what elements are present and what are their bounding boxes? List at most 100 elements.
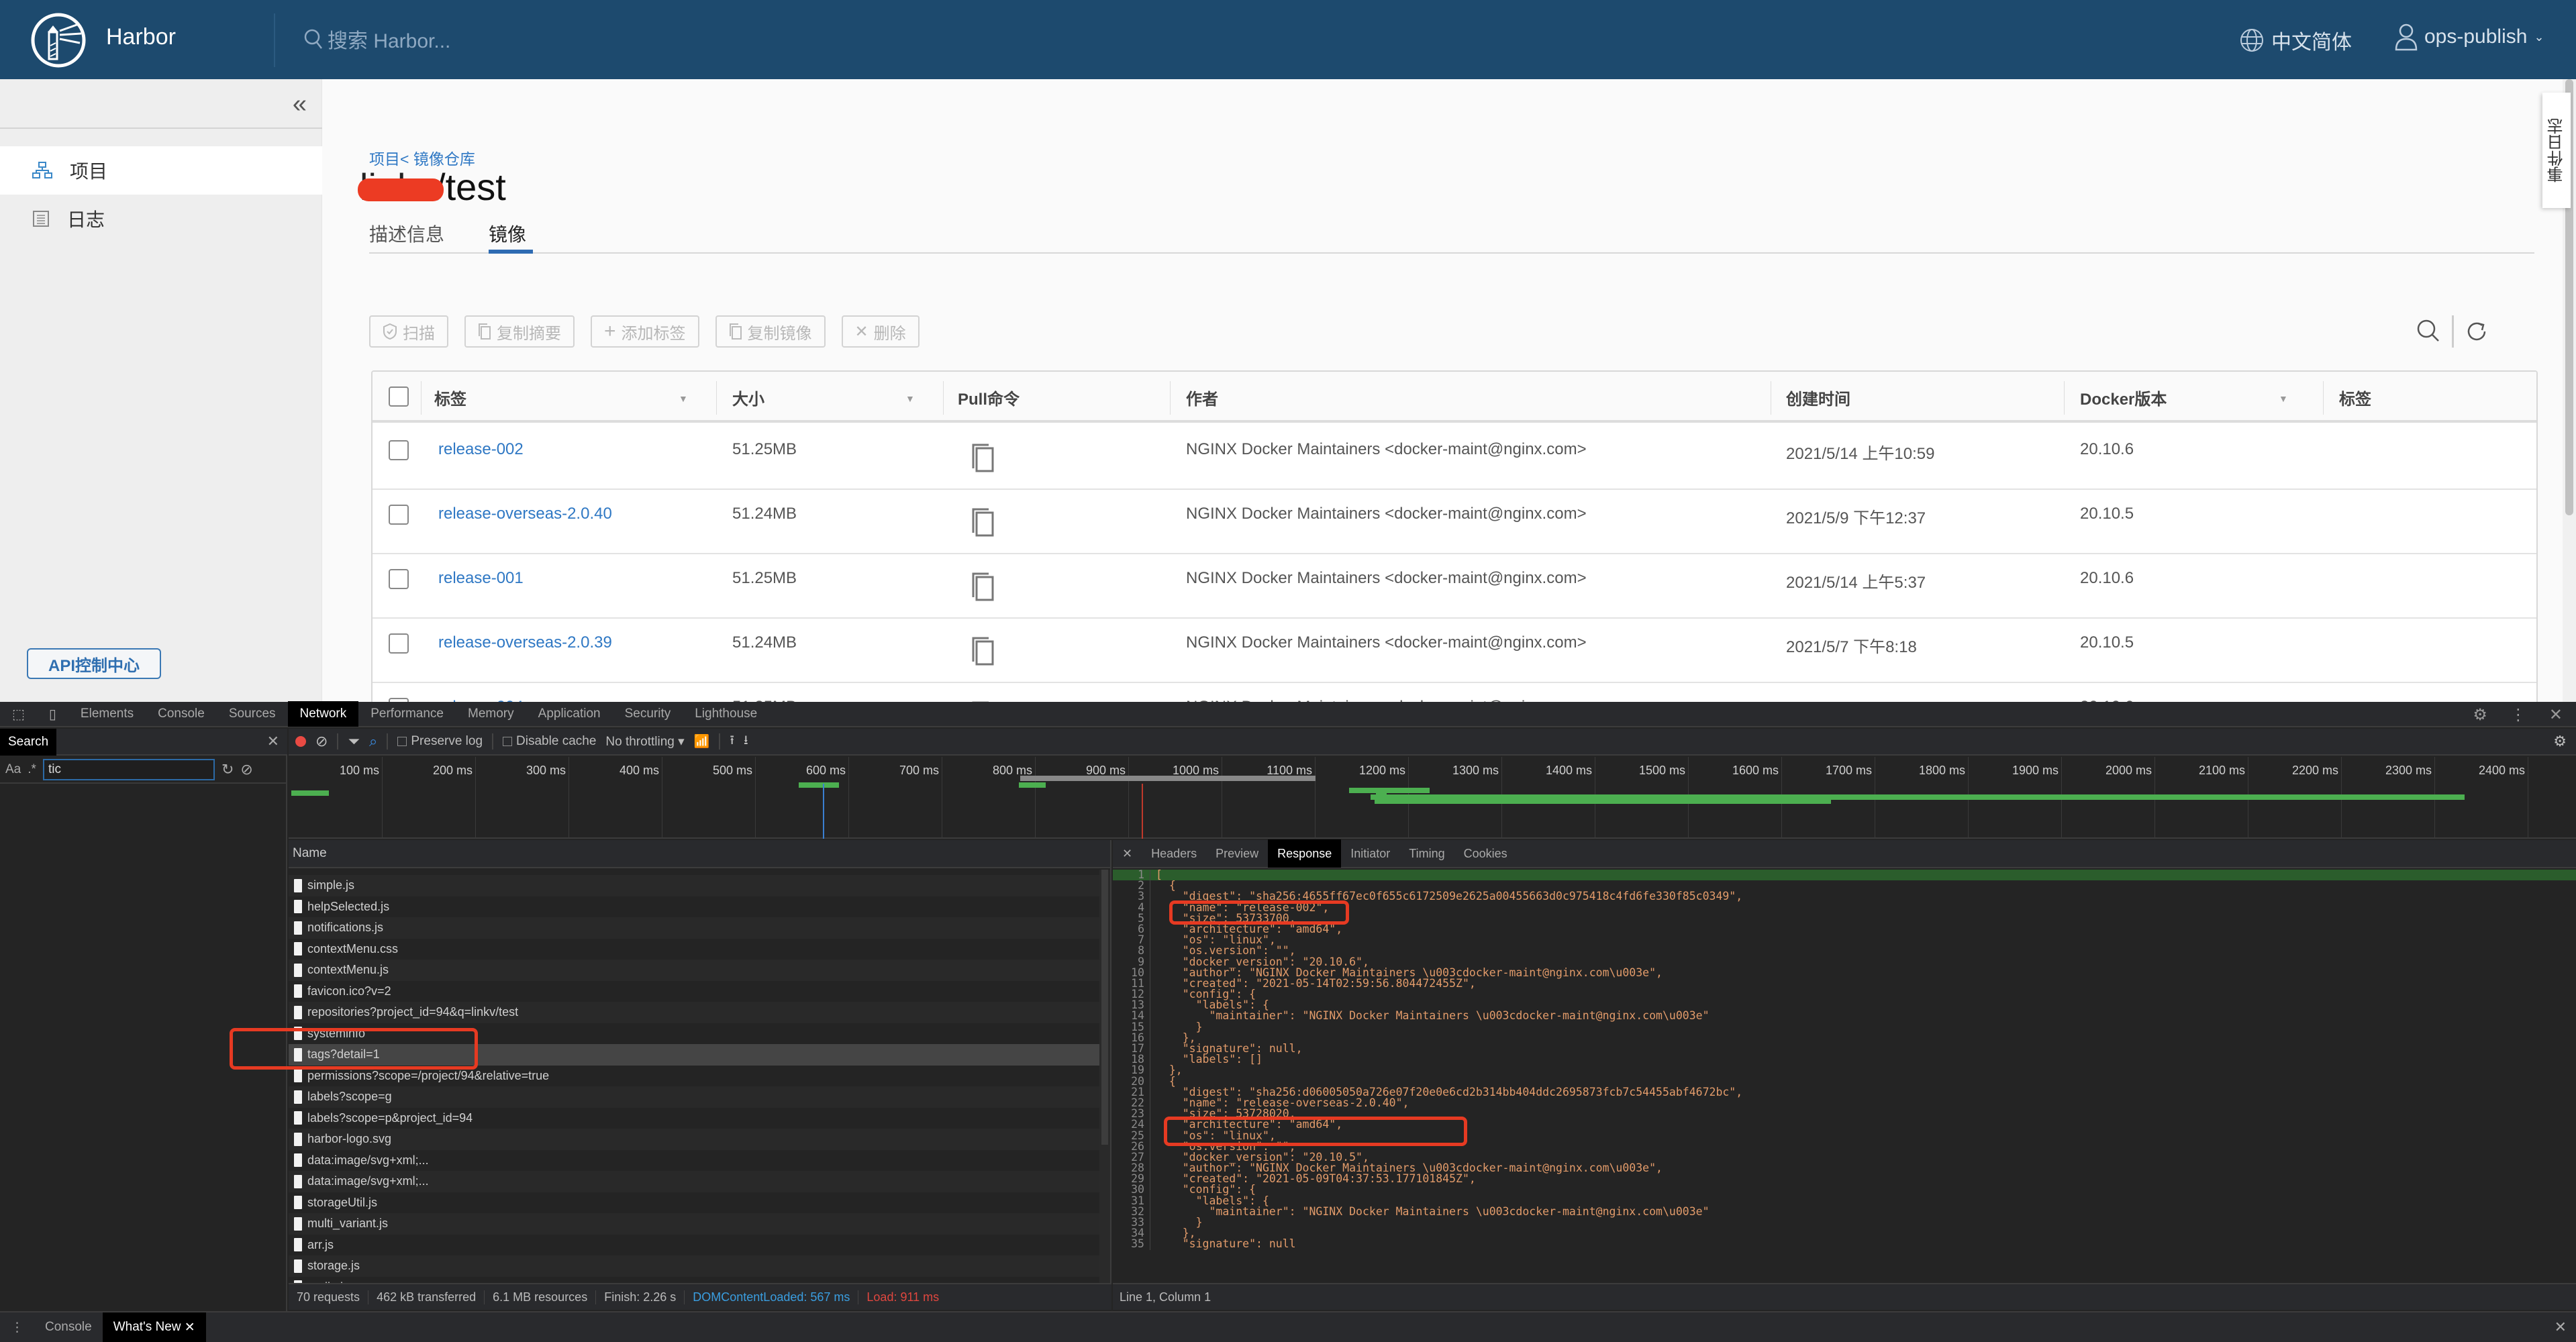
row-checkbox[interactable] (389, 569, 409, 589)
column-header-docker[interactable]: Docker版本 (2080, 372, 2167, 423)
filter-icon[interactable]: ▼ (2279, 393, 2288, 404)
preserve-log-checkbox[interactable]: Preserve log (397, 734, 483, 749)
filter-icon[interactable]: ⏷ (348, 733, 360, 750)
search-icon[interactable]: ⌕ (369, 733, 377, 750)
regex-toggle[interactable]: .* (28, 762, 36, 777)
request-row[interactable]: favicon.ico?v=2 (289, 980, 1099, 1002)
language-selector[interactable]: 中文简体 (2239, 25, 2352, 55)
add-label-button[interactable]: + 添加标签 (591, 315, 699, 348)
clear-icon[interactable]: ⊘ (315, 733, 328, 750)
devtools-tab-security[interactable]: Security (613, 701, 683, 727)
devtools-tab-sources[interactable]: Sources (217, 701, 288, 727)
settings-icon[interactable]: ⚙ (2473, 705, 2487, 725)
devtools-tab-network[interactable]: Network (287, 701, 359, 727)
request-row[interactable]: data:image/svg+xml;... (289, 1149, 1099, 1171)
request-row[interactable]: multi_variant.js (289, 1213, 1099, 1235)
close-drawer-icon[interactable]: ✕ (2555, 1319, 2567, 1336)
more-options-icon[interactable]: ⋮ (2510, 705, 2526, 725)
detail-tab-initiator[interactable]: Initiator (1341, 839, 1399, 868)
close-icon[interactable]: ✕ (185, 1320, 195, 1335)
refresh-icon[interactable]: ↻ (221, 761, 234, 778)
tag-link[interactable]: release-overseas-2.0.40 (438, 505, 612, 523)
record-icon[interactable] (295, 736, 306, 747)
network-settings-icon[interactable]: ⚙ (2553, 733, 2567, 750)
copy-pull-command-icon[interactable] (971, 572, 995, 603)
request-row[interactable]: labels?scope=g (289, 1086, 1099, 1108)
row-checkbox[interactable] (389, 505, 409, 525)
name-column-header[interactable]: Name (289, 840, 1110, 868)
network-timeline-overview[interactable]: 100 ms 200 ms 300 ms 400 ms 500 ms 600 ms 700 … (289, 757, 2576, 839)
event-log-tab[interactable]: 事件日志 (2542, 93, 2571, 208)
device-toolbar-icon[interactable]: ▯ (37, 701, 68, 727)
collapse-sidebar-button[interactable]: « (293, 90, 307, 119)
api-center-button[interactable]: API控制中心 (27, 648, 161, 679)
filter-icon[interactable]: ▼ (679, 393, 688, 404)
search-input[interactable] (42, 759, 215, 780)
row-checkbox[interactable] (389, 633, 409, 654)
column-header-tag[interactable]: 标签 (434, 372, 466, 423)
close-icon[interactable]: ✕ (2549, 705, 2563, 725)
row-checkbox[interactable] (389, 440, 409, 460)
devtools-tab-application[interactable]: Application (526, 701, 613, 727)
request-list-scrollbar-thumb[interactable] (1101, 870, 1108, 1145)
tab-description[interactable]: 描述信息 (369, 220, 444, 247)
column-header-created[interactable]: 创建时间 (1786, 372, 1850, 423)
request-row[interactable]: simple.js (289, 875, 1099, 896)
request-row[interactable]: arr.js (289, 1234, 1099, 1255)
export-har-icon[interactable]: ⭳ (744, 731, 748, 752)
inspect-element-icon[interactable]: ⬚ (0, 701, 37, 727)
user-menu[interactable]: ops-publish ⌄ (2395, 23, 2544, 51)
network-conditions-icon[interactable]: 📶 (694, 733, 710, 750)
match-case-toggle[interactable]: Aa (5, 762, 21, 777)
request-row[interactable]: storageUtil.js (289, 1192, 1099, 1213)
detail-tab-timing[interactable]: Timing (1399, 839, 1454, 868)
detail-tab-cookies[interactable]: Cookies (1454, 839, 1517, 868)
response-body[interactable]: 1[2 {3 "digest": "sha256:4655ff67ec0f655… (1113, 870, 2576, 1282)
request-row[interactable]: contextMenu.css (289, 938, 1099, 960)
devtools-tab-elements[interactable]: Elements (68, 701, 146, 727)
select-all-checkbox[interactable] (389, 386, 409, 407)
scan-button[interactable]: 扫描 (369, 315, 448, 348)
disable-cache-checkbox[interactable]: Disable cache (503, 734, 596, 749)
filter-icon[interactable]: ▼ (905, 393, 915, 404)
clear-icon[interactable]: ⊘ (240, 761, 252, 778)
copy-digest-button[interactable]: 复制摘要 (464, 315, 575, 348)
detail-tab-headers[interactable]: Headers (1142, 839, 1206, 868)
brand-name[interactable]: Harbor (106, 24, 176, 50)
devtools-tab-performance[interactable]: Performance (358, 701, 456, 727)
table-row[interactable]: release-overseas-2.0.39 51.24MB NGINX Do… (373, 619, 2536, 683)
devtools-tab-console[interactable]: Console (146, 701, 217, 727)
request-row[interactable]: storage.js (289, 1255, 1099, 1277)
global-search[interactable]: 搜索 Harbor... (303, 24, 450, 54)
refresh-icon[interactable] (2463, 318, 2490, 345)
column-header-size[interactable]: 大小 (732, 372, 764, 423)
detail-tab-response[interactable]: Response (1268, 839, 1342, 868)
sidebar-item-logs[interactable]: 日志 (0, 195, 322, 243)
table-row[interactable]: release-002 51.25MB NGINX Docker Maintai… (373, 425, 2536, 490)
drawer-tab-console[interactable]: Console (34, 1312, 103, 1342)
throttling-select[interactable]: No throttling ▾ (605, 734, 684, 750)
table-row[interactable]: release-overseas-2.0.40 51.24MB NGINX Do… (373, 490, 2536, 554)
request-row[interactable]: contextMenu.js (289, 960, 1099, 981)
tab-images[interactable]: 镜像 (489, 220, 526, 247)
request-row[interactable]: data:image/svg+xml;... (289, 1171, 1099, 1192)
import-har-icon[interactable]: ⭱ (730, 731, 734, 752)
request-row[interactable]: repositories?project_id=94&q=linkv/test (289, 1002, 1099, 1023)
search-placeholder[interactable]: 搜索 Harbor... (328, 24, 450, 54)
request-row[interactable]: notifications.js (289, 917, 1099, 939)
tag-link[interactable]: release-001 (438, 569, 524, 588)
copy-pull-command-icon[interactable] (971, 443, 995, 474)
table-row[interactable]: release-001 51.25MB NGINX Docker Maintai… (373, 554, 2536, 619)
copy-pull-command-icon[interactable] (971, 507, 995, 538)
sidebar-item-projects[interactable]: 项目 (0, 146, 322, 195)
tag-link[interactable]: release-002 (438, 440, 524, 459)
drawer-tab-whats-new[interactable]: What's New ✕ (102, 1312, 206, 1342)
search-icon[interactable] (2416, 318, 2442, 345)
copy-image-button[interactable]: 复制镜像 (715, 315, 826, 348)
harbor-logo-icon[interactable] (30, 12, 87, 68)
request-row[interactable]: harbor-logo.svg (289, 1129, 1099, 1150)
close-detail-icon[interactable]: ✕ (1113, 839, 1142, 868)
column-header-author[interactable]: 作者 (1186, 372, 1218, 423)
close-icon[interactable]: ✕ (267, 733, 279, 750)
devtools-tab-memory[interactable]: Memory (456, 701, 526, 727)
